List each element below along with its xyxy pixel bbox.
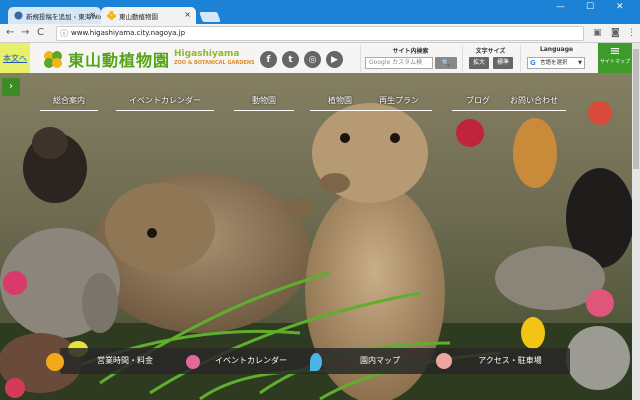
logo-japanese-text: 東山動植物園 bbox=[68, 51, 171, 70]
skip-to-content-link[interactable]: 本文へ bbox=[0, 43, 30, 73]
minimize-icon[interactable]: — bbox=[556, 2, 565, 12]
sun-flower-icon bbox=[46, 353, 64, 371]
font-size-control: 文字サイズ 拡大 標準 bbox=[462, 45, 518, 72]
back-icon[interactable]: ← bbox=[6, 27, 14, 38]
language-select-label: 言語を選択 bbox=[540, 60, 568, 66]
nav-zoo[interactable]: 動物園 bbox=[234, 95, 294, 111]
pink-flower-icon bbox=[186, 355, 200, 369]
wordpress-favicon-icon bbox=[14, 11, 23, 20]
browser-chrome: 新規投稿を追加 ‹ 東海Wo × 東山動植物園 × — ☐ ✕ ← → C ⓘ … bbox=[0, 0, 640, 43]
menu-icon[interactable]: ⋮ bbox=[627, 28, 636, 38]
tab-higashiyama[interactable]: 東山動植物園 × bbox=[101, 7, 196, 25]
logo-sub-text: ZOO & BOTANICAL GARDENS bbox=[174, 60, 255, 66]
chevron-down-icon: ▼ bbox=[578, 60, 582, 66]
forward-icon[interactable]: → bbox=[21, 27, 29, 38]
page-scrollbar[interactable] bbox=[632, 43, 640, 400]
quick-nav-event-calendar[interactable]: イベントカレンダー bbox=[206, 348, 296, 374]
quick-nav-access-parking[interactable]: アクセス・駐車場 bbox=[470, 348, 550, 374]
site-search: サイト内検索 Google カスタム検 🔍 bbox=[360, 45, 460, 72]
search-button[interactable]: 🔍 bbox=[435, 57, 457, 69]
sitemap-label: サイトマップ bbox=[599, 59, 630, 65]
twitter-icon[interactable]: t bbox=[282, 51, 299, 68]
instagram-icon[interactable]: ◎ bbox=[304, 51, 321, 68]
search-input[interactable]: Google カスタム検 bbox=[365, 57, 433, 69]
url-text: www.higashiyama.city.nagoya.jp bbox=[71, 29, 186, 37]
window-close-icon[interactable]: ✕ bbox=[616, 2, 624, 12]
page-viewport: 本文へ 東山動植物園 Higashiyama ZOO & BOTANICAL G… bbox=[0, 43, 640, 400]
browser-toolbar: ← → C ⓘ www.higashiyama.city.nagoya.jp ▣… bbox=[0, 24, 640, 43]
drop-mascot-icon bbox=[310, 353, 322, 371]
language-control: Language G 言語を選択 ▼ bbox=[520, 45, 592, 72]
font-normal-button[interactable]: 標準 bbox=[493, 57, 513, 69]
site-search-title: サイト内検索 bbox=[392, 48, 429, 55]
quick-nav-hours-fees[interactable]: 営業時間・料金 bbox=[90, 348, 160, 374]
nav-blog[interactable]: ブログ bbox=[452, 95, 504, 111]
language-title: Language bbox=[539, 46, 574, 53]
side-panel-toggle[interactable]: › bbox=[2, 78, 20, 96]
font-size-title: 文字サイズ bbox=[475, 48, 506, 55]
sitemap-button[interactable]: ≡ サイトマップ bbox=[598, 43, 632, 73]
quick-nav-park-map[interactable]: 園内マップ bbox=[350, 348, 410, 374]
flower-favicon-icon bbox=[107, 11, 116, 20]
google-icon: G bbox=[530, 59, 536, 67]
nav-revival-plan[interactable]: 再生プラン bbox=[366, 95, 432, 111]
nav-event-calendar[interactable]: イベントカレンダー bbox=[116, 95, 214, 111]
flower-icon bbox=[436, 353, 452, 369]
info-icon[interactable]: ⓘ bbox=[60, 27, 68, 40]
address-bar[interactable]: ⓘ www.higashiyama.city.nagoya.jp bbox=[56, 26, 584, 41]
tab-bar: 新規投稿を追加 ‹ 東海Wo × 東山動植物園 × — ☐ ✕ bbox=[0, 0, 640, 25]
facebook-icon[interactable]: f bbox=[260, 51, 277, 68]
maximize-icon[interactable]: ☐ bbox=[586, 2, 594, 12]
tab-close-icon[interactable]: × bbox=[89, 10, 96, 19]
tab-wordpress[interactable]: 新規投稿を追加 ‹ 東海Wo × bbox=[8, 7, 101, 25]
tab-close-icon[interactable]: × bbox=[184, 10, 191, 19]
reload-icon[interactable]: C bbox=[37, 27, 44, 38]
hamburger-icon: ≡ bbox=[609, 44, 621, 59]
camera-icon[interactable]: ◙ bbox=[611, 28, 620, 38]
translate-icon[interactable]: ▣ bbox=[593, 28, 602, 38]
tab-title: 東山動植物園 bbox=[119, 13, 158, 21]
scrollbar-thumb[interactable] bbox=[633, 49, 639, 169]
font-large-button[interactable]: 拡大 bbox=[469, 57, 489, 69]
language-select[interactable]: G 言語を選択 ▼ bbox=[527, 57, 585, 69]
youtube-icon[interactable]: ▶ bbox=[326, 51, 343, 68]
nav-contact[interactable]: お問い合わせ bbox=[502, 95, 566, 111]
nav-botanical-garden[interactable]: 植物園 bbox=[310, 95, 370, 111]
logo-english-text: Higashiyama ZOO & BOTANICAL GARDENS bbox=[174, 49, 255, 67]
site-logo[interactable]: 東山動植物園 Higashiyama ZOO & BOTANICAL GARDE… bbox=[42, 48, 255, 70]
new-tab-button[interactable] bbox=[199, 12, 221, 22]
flower-logo-icon bbox=[44, 51, 62, 68]
nav-general-info[interactable]: 総合案内 bbox=[40, 95, 98, 111]
